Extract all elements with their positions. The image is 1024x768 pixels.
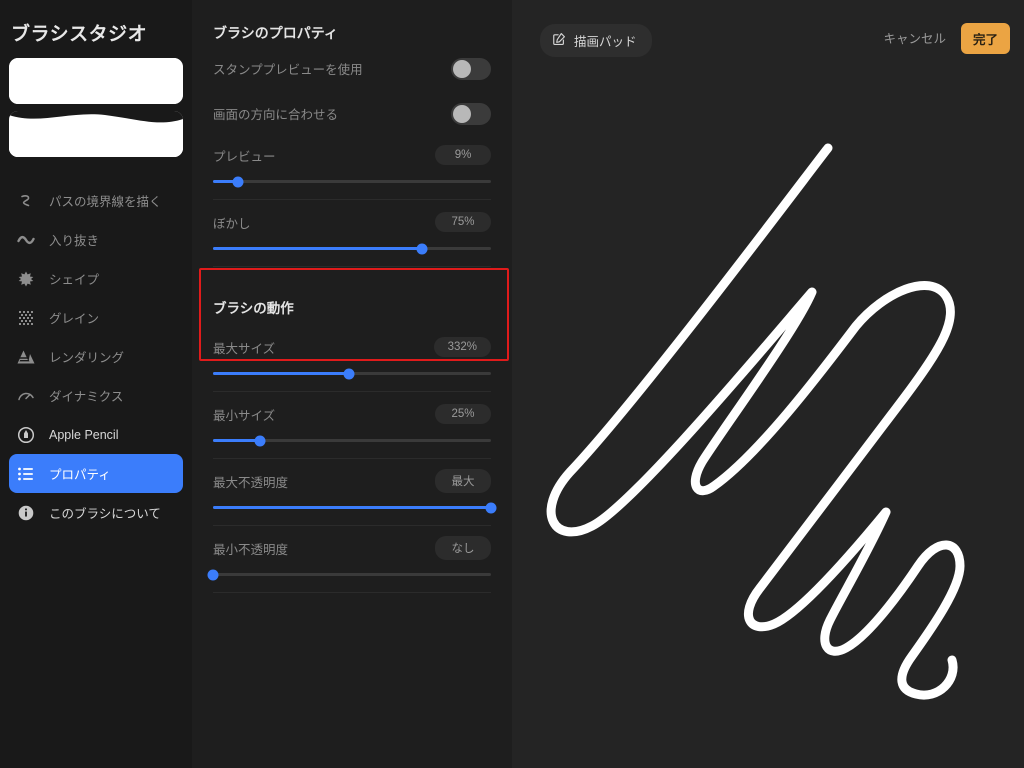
shape-star-icon <box>17 270 35 288</box>
edit-square-pencil-icon <box>552 32 566 49</box>
toggle-knob <box>453 59 471 78</box>
sidebar-item-label: レンダリング <box>49 351 125 365</box>
slider-fill <box>213 439 261 442</box>
properties-list-icon <box>17 465 35 483</box>
properties-panel-title: ブラシのプロパティ <box>213 25 338 41</box>
max-opacity-value[interactable]: 最大 <box>435 469 491 493</box>
canvas-toolbar: 描画パッド キャンセル 完了 <box>512 0 1024 75</box>
sidebar-item-properties[interactable]: プロパティ <box>9 454 183 493</box>
sidebar-item-about-brush[interactable]: このブラシについて <box>9 493 183 532</box>
behavior-section-title: ブラシの動作 <box>213 301 294 316</box>
sidebar-item-label: グレイン <box>49 312 100 326</box>
row-label: プレビュー <box>213 149 276 164</box>
brush-stroke-preview <box>546 143 965 700</box>
slider-fill <box>213 506 491 509</box>
slider-knob[interactable] <box>343 368 355 379</box>
brush-preview-card-1[interactable] <box>9 58 183 104</box>
max-size-value[interactable]: 332% <box>433 337 491 357</box>
preview-value[interactable]: 9% <box>435 145 491 165</box>
min-size-value[interactable]: 25% <box>435 404 491 424</box>
brush-preview-card-2[interactable] <box>9 111 183 157</box>
page-title: ブラシスタジオ <box>11 24 148 45</box>
dynamics-gauge-icon <box>17 387 35 405</box>
row-min-opacity: 最小不透明度 なし <box>207 526 491 580</box>
properties-panel: ブラシのプロパティ スタンププレビューを使用 画面の方向に合わせる プレビュー … <box>192 0 512 768</box>
sidebar-item-stroke-path[interactable]: パスの境界線を描く <box>9 181 183 220</box>
taper-wave-icon <box>17 231 35 249</box>
max-opacity-slider[interactable] <box>213 502 497 513</box>
sidebar-item-taper[interactable]: 入り抜き <box>9 220 183 259</box>
slider-knob[interactable] <box>254 435 266 446</box>
min-opacity-slider[interactable] <box>207 569 491 580</box>
use-stamp-preview-toggle[interactable] <box>451 57 491 80</box>
sidebar: ブラシスタジオ パスの境界線を描く 入り抜き シェイプ グレイン レンダリング … <box>0 0 192 768</box>
drawing-pad-button[interactable]: 描画パッド <box>540 24 652 57</box>
divider <box>213 266 491 267</box>
stroke-path-icon <box>17 192 35 210</box>
slider-knob[interactable] <box>207 569 219 580</box>
cancel-button[interactable]: キャンセル <box>883 28 946 47</box>
min-size-slider[interactable] <box>213 435 491 446</box>
sidebar-item-label: シェイプ <box>49 273 100 287</box>
smoothing-slider[interactable] <box>213 243 491 254</box>
row-max-opacity: 最大不透明度 最大 <box>213 459 497 513</box>
row-label: 最小サイズ <box>213 408 276 423</box>
row-orient-to-screen: 画面の方向に合わせる <box>213 94 491 133</box>
orient-to-screen-toggle[interactable] <box>451 102 491 125</box>
smoothing-value[interactable]: 75% <box>435 212 491 232</box>
sidebar-item-grain[interactable]: グレイン <box>9 298 183 337</box>
grain-dots-icon <box>17 309 35 327</box>
row-use-stamp-preview: スタンププレビューを使用 <box>213 49 491 88</box>
sidebar-item-label: プロパティ <box>49 468 111 482</box>
toggle-knob <box>453 104 471 123</box>
divider <box>213 592 491 593</box>
sidebar-item-rendering[interactable]: レンダリング <box>9 337 183 376</box>
slider-knob[interactable] <box>485 502 497 513</box>
drawing-pad-label: 描画パッド <box>574 35 637 49</box>
row-preview: プレビュー 9% <box>213 133 491 187</box>
rendering-mountains-icon <box>17 348 35 366</box>
brush-stroke-shape-2 <box>9 111 183 157</box>
row-min-size: 最小サイズ 25% <box>213 392 491 446</box>
row-label: 最大サイズ <box>213 341 276 356</box>
row-smoothing: ぼかし 75% <box>213 200 491 254</box>
brush-studio-window: ブラシスタジオ パスの境界線を描く 入り抜き シェイプ グレイン レンダリング … <box>0 0 1024 768</box>
sidebar-item-dynamics[interactable]: ダイナミクス <box>9 376 183 415</box>
row-label: 最大不透明度 <box>213 475 289 490</box>
brush-stroke-shape-1 <box>9 58 183 104</box>
row-label: ぼかし <box>213 216 251 231</box>
drawing-canvas[interactable]: 描画パッド キャンセル 完了 <box>512 0 1024 768</box>
row-max-size: 最大サイズ 332% <box>213 325 491 379</box>
info-circle-icon <box>17 504 35 522</box>
preview-slider[interactable] <box>213 176 491 187</box>
row-label: 画面の方向に合わせる <box>213 108 339 122</box>
slider-knob[interactable] <box>416 243 427 254</box>
slider-fill <box>213 372 350 375</box>
done-button[interactable]: 完了 <box>960 23 1010 54</box>
min-opacity-value[interactable]: なし <box>435 536 491 560</box>
max-size-slider[interactable] <box>213 368 491 379</box>
slider-fill <box>213 247 422 250</box>
sidebar-item-label: 入り抜き <box>49 234 100 248</box>
sidebar-item-label: ダイナミクス <box>49 390 124 404</box>
row-label: スタンププレビューを使用 <box>213 63 363 77</box>
slider-knob[interactable] <box>232 176 244 187</box>
sidebar-item-label: このブラシについて <box>49 507 161 521</box>
sidebar-item-label: Apple Pencil <box>49 427 119 442</box>
sidebar-item-shape[interactable]: シェイプ <box>9 259 183 298</box>
sidebar-nav-list: パスの境界線を描く 入り抜き シェイプ グレイン レンダリング ダイナミクス A… <box>0 181 192 532</box>
row-label: 最小不透明度 <box>213 542 289 557</box>
sidebar-item-apple-pencil[interactable]: Apple Pencil <box>9 415 183 454</box>
apple-pencil-icon <box>17 426 35 444</box>
sidebar-item-label: パスの境界線を描く <box>49 195 162 209</box>
